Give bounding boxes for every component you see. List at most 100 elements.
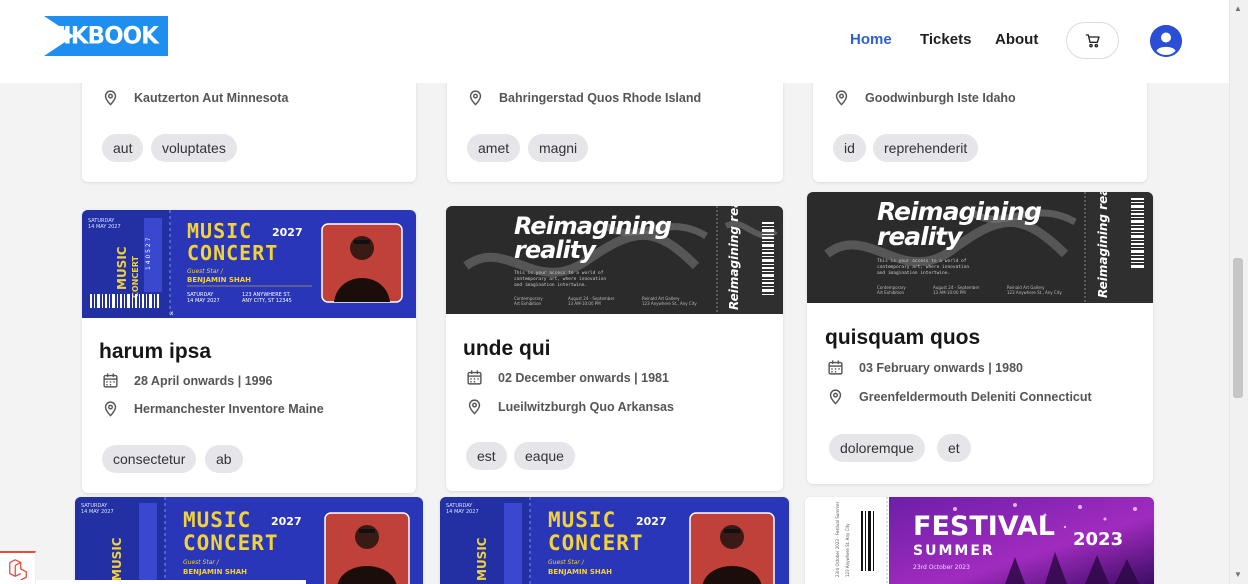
event-tag[interactable]: id <box>833 134 866 162</box>
event-title[interactable]: harum ipsa <box>99 340 211 364</box>
location-pin-icon <box>829 389 842 405</box>
event-tag[interactable]: voluptates <box>151 134 237 162</box>
calendar-icon <box>103 373 118 388</box>
svg-text:reality: reality <box>514 236 597 264</box>
event-tag[interactable]: magni <box>528 134 589 162</box>
svg-text:This is your access to a world: This is your access to a world of <box>877 258 967 264</box>
event-tag[interactable]: eaque <box>514 442 575 470</box>
svg-text:Guest Star /: Guest Star / <box>187 268 224 275</box>
event-location: Greenfeldermouth Deleniti Connecticut <box>827 388 1092 405</box>
event-card[interactable]: SATURDAY 14 MAY 2027 MUSIC MUSIC 2027 CO… <box>75 497 423 584</box>
calendar-icon <box>828 360 843 375</box>
event-tag[interactable]: consectetur <box>102 445 197 473</box>
svg-text:14 MAY 2027: 14 MAY 2027 <box>187 298 220 304</box>
svg-text:14 MAY 2027: 14 MAY 2027 <box>446 509 479 515</box>
svg-text:and imagination intertwine.: and imagination intertwine. <box>514 282 587 288</box>
event-location-text: Goodwinburgh Iste Idaho <box>865 90 1016 105</box>
svg-text:MUSIC: MUSIC <box>183 508 251 532</box>
event-date: 02 December onwards | 1981 <box>466 369 669 386</box>
brand-name: TIKBOOK <box>48 22 159 50</box>
poster-side-title: MUSIC <box>115 246 129 290</box>
scrollbar-thumb[interactable] <box>1233 258 1243 398</box>
event-date: 03 February onwards | 1980 <box>827 359 1023 376</box>
event-tag[interactable]: est <box>466 442 507 470</box>
location-pin-icon <box>468 399 481 415</box>
svg-text:2023: 2023 <box>1073 529 1123 550</box>
svg-text:BENJAMIN SHAH: BENJAMIN SHAH <box>187 276 251 284</box>
svg-text:CONCERT: CONCERT <box>187 241 278 265</box>
event-date: 28 April onwards | 1996 <box>102 372 273 389</box>
event-location-text: Greenfeldermouth Deleniti Connecticut <box>859 389 1092 404</box>
svg-text:14 MAY 2027: 14 MAY 2027 <box>81 509 114 515</box>
svg-text:MUSIC: MUSIC <box>548 508 616 532</box>
nav-link-tickets[interactable]: Tickets <box>920 31 971 48</box>
event-poster: SATURDAY 14 MAY 2027 1 4 0 5 2 7 MUSIC C… <box>82 210 416 318</box>
scroll-down-arrow-icon[interactable]: ▼ <box>1233 570 1243 580</box>
event-date-text: 28 April onwards | 1996 <box>134 373 273 388</box>
svg-text:CONCERT: CONCERT <box>183 531 279 555</box>
reimagining-reality-poster-image: Reimagining reality This is your access … <box>807 192 1153 303</box>
nav-link-home[interactable]: Home <box>850 31 892 48</box>
user-avatar[interactable] <box>1150 25 1182 57</box>
svg-text:123 Anywhere St., Any City: 123 Anywhere St., Any City <box>1007 290 1062 295</box>
event-card[interactable]: Reimagining reality This is your access … <box>446 206 783 491</box>
event-tag[interactable]: et <box>937 434 971 462</box>
event-card[interactable]: 23rd October 2023 · Festival Summer 123 … <box>805 497 1154 584</box>
event-card[interactable]: SATURDAY 14 MAY 2027 1 4 0 5 2 7 MUSIC C… <box>82 210 416 493</box>
svg-text:This is your access to a world: This is your access to a world of <box>514 270 604 276</box>
event-location: Lueilwitzburgh Quo Arkansas <box>466 398 674 415</box>
svg-text:Reimagining reality: Reimagining reality <box>1096 192 1110 298</box>
event-location: Hermanchester Inventore Maine <box>102 400 324 417</box>
svg-text:123 Anywhere St., Any City: 123 Anywhere St., Any City <box>642 301 697 306</box>
event-tag[interactable]: reprehenderit <box>873 134 979 162</box>
svg-text:Guest Star /: Guest Star / <box>548 559 585 566</box>
svg-text:and imagination intertwine.: and imagination intertwine. <box>877 270 950 276</box>
event-card[interactable]: SATURDAY 14 MAY 2027 MUSIC MUSIC 2027 CO… <box>440 497 789 584</box>
nav-link-about[interactable]: About <box>995 31 1038 48</box>
svg-text:Reimagining reality: Reimagining reality <box>727 206 741 310</box>
svg-text:BENJAMIN SHAH: BENJAMIN SHAH <box>548 568 612 576</box>
svg-text:Art Exhibition: Art Exhibition <box>514 301 542 306</box>
event-location-text: Lueilwitzburgh Quo Arkansas <box>498 399 674 414</box>
svg-text:2027: 2027 <box>272 226 303 239</box>
location-pin-icon <box>469 90 482 106</box>
event-location-text: Bahringerstad Quos Rhode Island <box>499 90 702 105</box>
event-title[interactable]: quisquam quos <box>825 326 980 350</box>
svg-text:SUMMER: SUMMER <box>913 543 995 559</box>
svg-text:FESTIVAL: FESTIVAL <box>913 511 1055 542</box>
svg-text:13 AM-10:00 PM: 13 AM-10:00 PM <box>568 301 601 306</box>
svg-text:x: x <box>170 310 174 317</box>
svg-text:MUSIC: MUSIC <box>475 537 489 581</box>
location-pin-icon <box>104 90 117 106</box>
navbar: TIKBOOK Home Tickets About <box>0 0 1229 83</box>
svg-text:14 MAY 2027: 14 MAY 2027 <box>88 224 121 230</box>
event-tag[interactable]: aut <box>102 134 144 162</box>
scroll-up-arrow-icon[interactable]: ▲ <box>1233 4 1243 14</box>
svg-text:123 Anywhere St. Any City: 123 Anywhere St. Any City <box>845 523 850 577</box>
event-card[interactable]: Reimagining reality This is your access … <box>807 192 1153 484</box>
laravel-logo-icon <box>9 559 27 581</box>
event-location: Kautzerton Aut Minnesota <box>102 89 288 106</box>
event-location-text: Kautzerton Aut Minnesota <box>134 90 289 105</box>
music-concert-poster-image: SATURDAY 14 MAY 2027 MUSIC MUSIC 2027 CO… <box>75 497 423 584</box>
svg-text:Art Exhibition: Art Exhibition <box>877 290 905 295</box>
event-tag[interactable]: amet <box>467 134 521 162</box>
event-location: Bahringerstad Quos Rhode Island <box>467 89 701 106</box>
event-tag[interactable]: doloremque <box>829 434 925 462</box>
debug-toolbar-badge[interactable] <box>0 551 36 584</box>
cart-button[interactable] <box>1066 22 1119 59</box>
event-title[interactable]: unde qui <box>463 337 551 361</box>
event-tag[interactable]: ab <box>205 445 243 473</box>
location-pin-icon <box>104 401 117 417</box>
svg-text:contemporary art, where innova: contemporary art, where innovation <box>514 276 606 282</box>
bottom-overlay-bar <box>36 580 306 584</box>
svg-text:1 4 0 5 2 7: 1 4 0 5 2 7 <box>145 237 152 270</box>
event-location-text: Hermanchester Inventore Maine <box>134 401 324 416</box>
svg-text:reality: reality <box>877 222 964 251</box>
event-date-text: 02 December onwards | 1981 <box>498 370 669 385</box>
svg-text:2027: 2027 <box>271 515 302 528</box>
calendar-icon <box>467 370 482 385</box>
svg-text:Guest Star /: Guest Star / <box>183 559 220 566</box>
svg-text:23rd October 2023 · Festival S: 23rd October 2023 · Festival Summer <box>835 501 840 577</box>
svg-text:2027: 2027 <box>636 515 667 528</box>
